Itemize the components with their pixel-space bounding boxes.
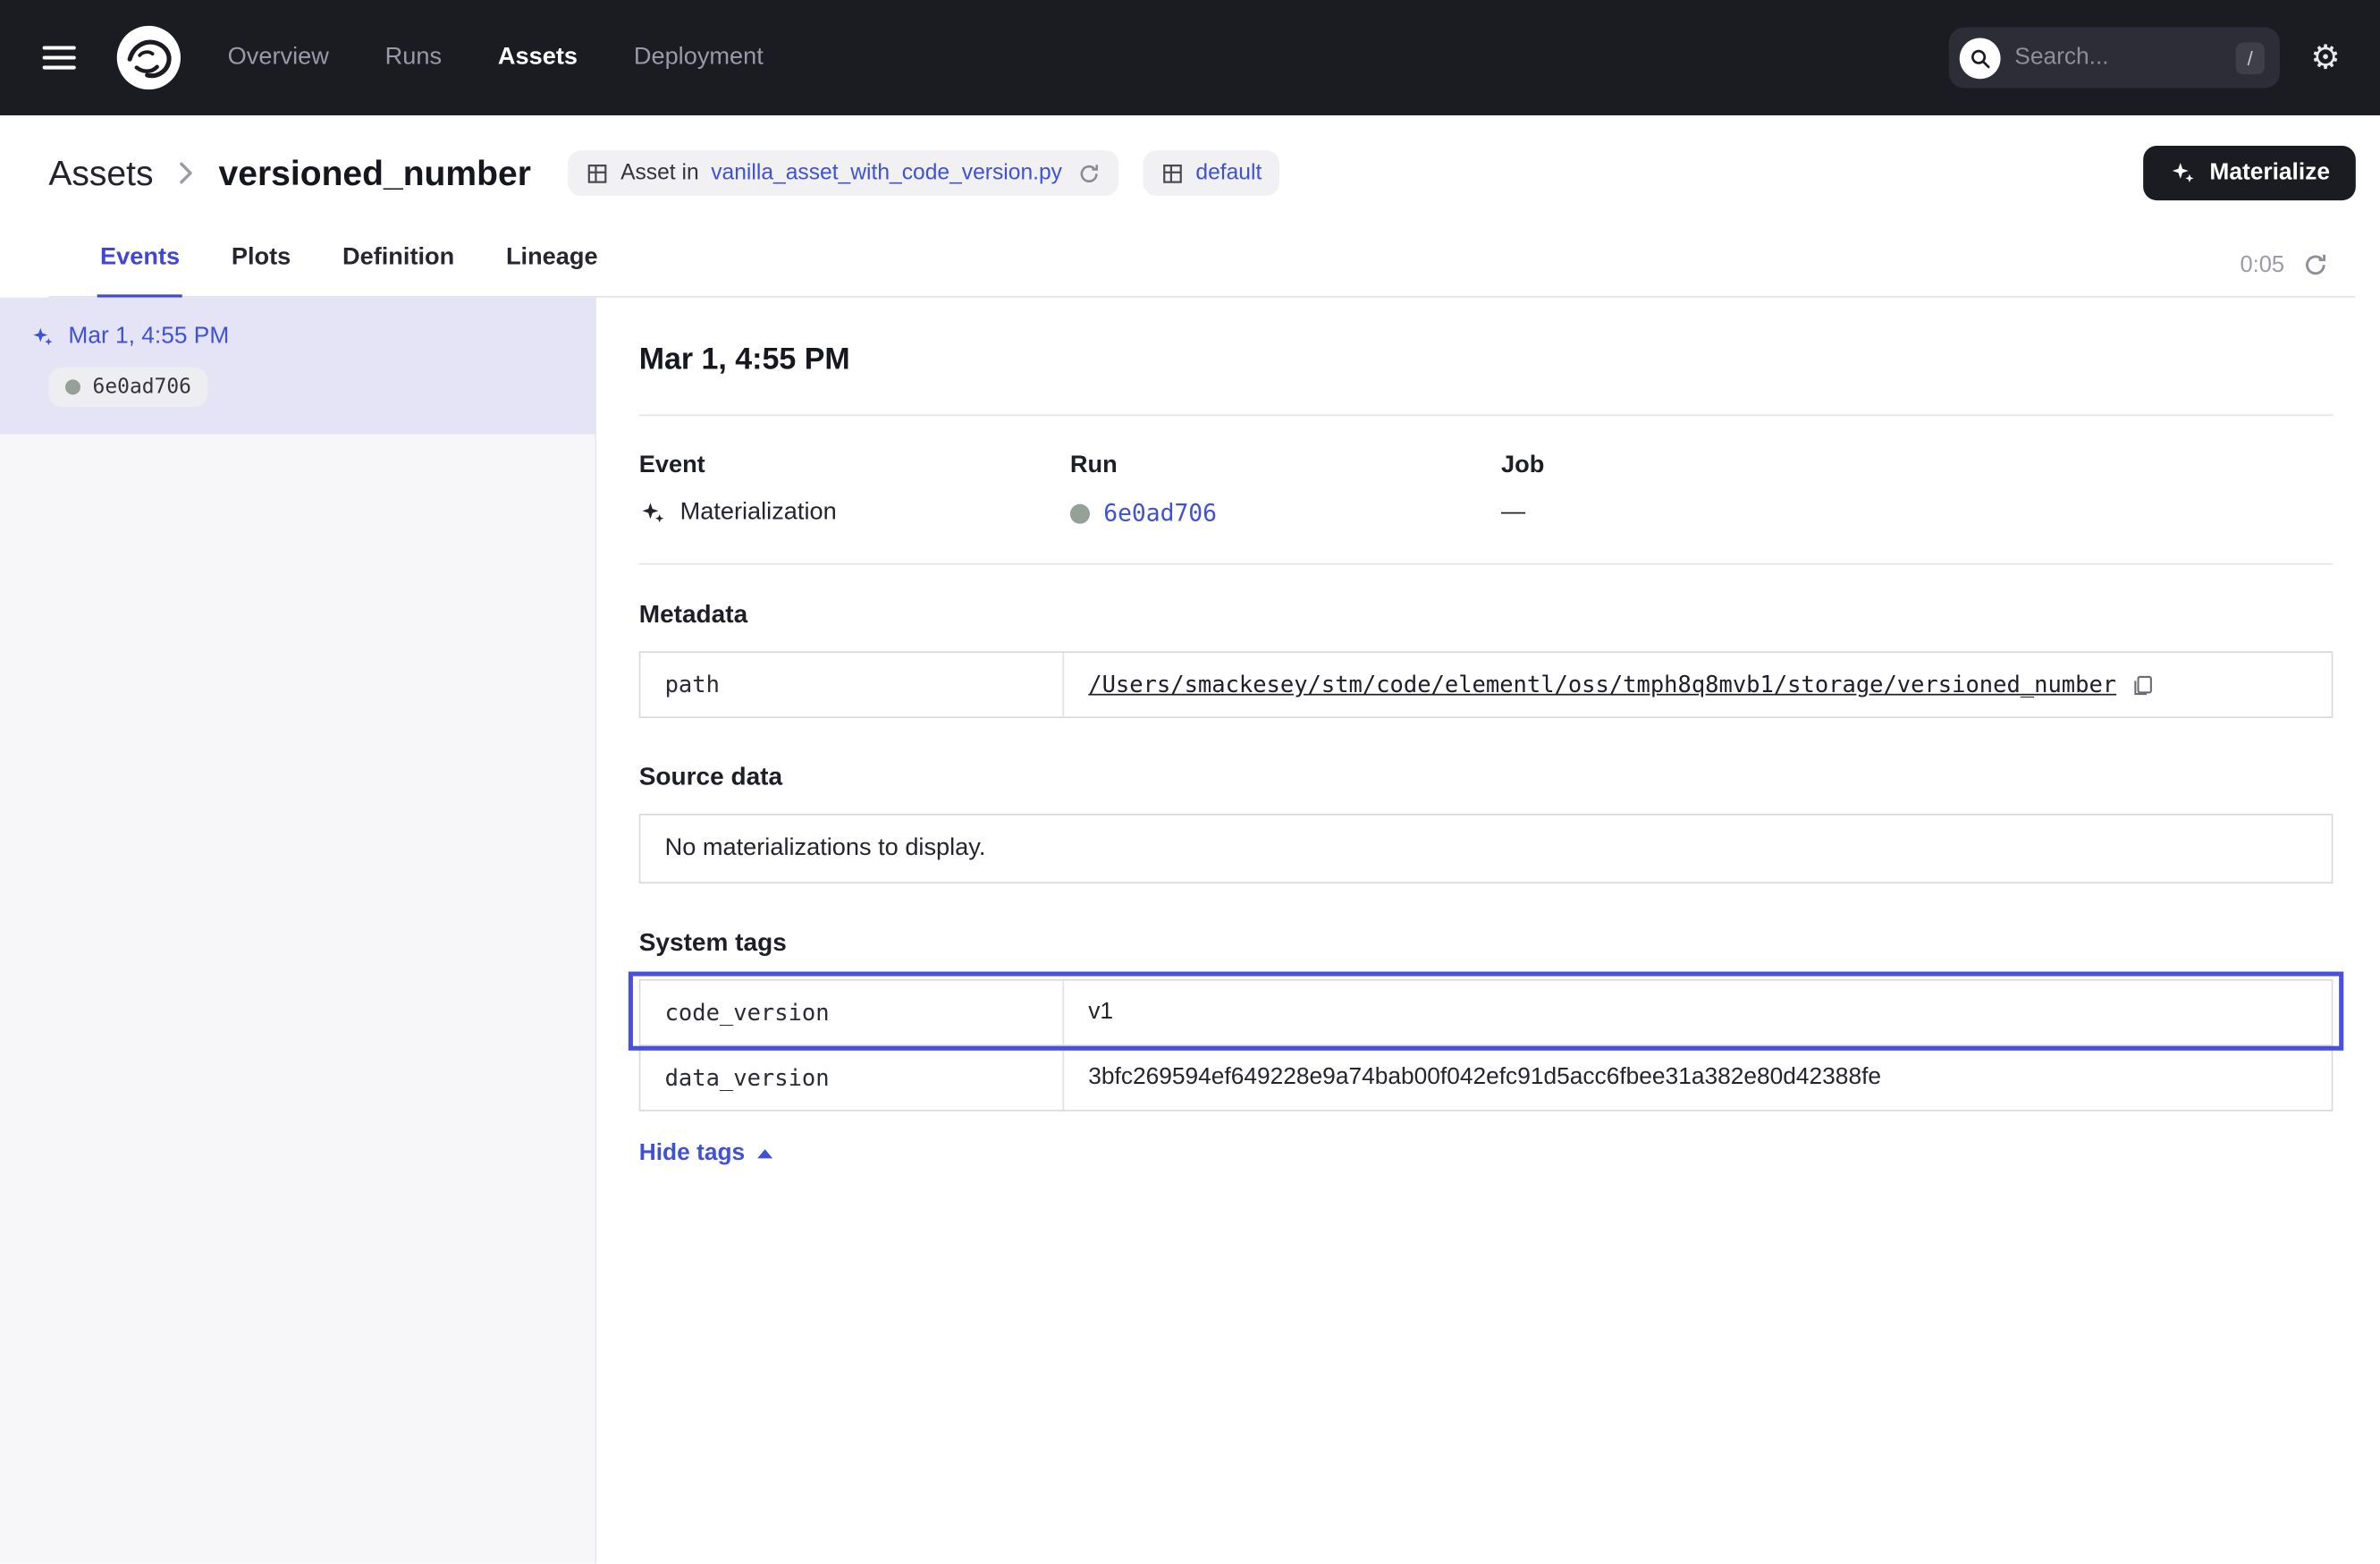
tag-key: code_version: [640, 981, 1064, 1044]
divider: [639, 414, 2334, 416]
breadcrumb-row: Assets versioned_number Asset in vanilla…: [48, 146, 2356, 200]
metadata-path-link[interactable]: /Users/smackesey/stm/code/elementl/oss/t…: [1088, 671, 2116, 698]
copy-icon[interactable]: [2131, 673, 2154, 696]
metadata-value-cell: /Users/smackesey/stm/code/elementl/oss/t…: [1064, 653, 2332, 716]
metadata-heading: Metadata: [639, 601, 2334, 630]
page-title: versioned_number: [219, 153, 531, 194]
run-label: Run: [1070, 452, 1501, 480]
event-label: Event: [639, 452, 1070, 480]
source-data-heading: Source data: [639, 764, 2334, 792]
tab-events[interactable]: Events: [97, 224, 183, 297]
search-icon: [1960, 38, 2001, 79]
source-data-empty-message: No materializations to display.: [639, 814, 2334, 883]
event-timestamp: Mar 1, 4:55 PM: [68, 324, 229, 351]
nav-links: Overview Runs Assets Deployment: [228, 44, 764, 72]
materialization-sparkle-icon: [639, 500, 667, 528]
job-value: —: [1501, 500, 1932, 528]
sparkle-icon: [2169, 159, 2197, 187]
top-nav-right: / ⚙: [1949, 28, 2341, 89]
tag-key: data_version: [640, 1046, 1064, 1110]
asset-header: Assets versioned_number Asset in vanilla…: [0, 115, 2380, 298]
tag-row-data-version: data_version 3bfc269594ef649228e9a74bab0…: [640, 1044, 2331, 1110]
job-value-text: —: [1501, 500, 1525, 528]
materialize-button-label: Materialize: [2209, 159, 2330, 187]
nav-item-deployment[interactable]: Deployment: [634, 44, 764, 72]
hide-tags-button[interactable]: Hide tags: [639, 1140, 772, 1168]
asset-definition-file-link[interactable]: vanilla_asset_with_code_version.py: [711, 161, 1062, 185]
asset-definition-badge: Asset in vanilla_asset_with_code_version…: [568, 150, 1118, 196]
nav-item-runs[interactable]: Runs: [385, 44, 442, 72]
app-viewport: Overview Runs Assets Deployment / ⚙ Asse…: [0, 0, 2380, 1564]
nav-item-assets[interactable]: Assets: [498, 44, 578, 72]
hide-tags-label: Hide tags: [639, 1140, 745, 1168]
nav-item-overview[interactable]: Overview: [228, 44, 329, 72]
system-tags-table: code_version v1 data_version 3bfc269594e…: [639, 979, 2334, 1112]
event-type-text: Materialization: [680, 500, 837, 528]
hamburger-menu-icon[interactable]: [39, 38, 79, 77]
tag-value-text: v1: [1088, 999, 1113, 1027]
reload-definition-icon[interactable]: [1077, 162, 1100, 184]
tab-definition[interactable]: Definition: [340, 224, 458, 297]
dagster-logo-icon[interactable]: [115, 24, 182, 91]
run-id-link[interactable]: 6e0ad706: [1103, 500, 1217, 528]
search-shortcut-badge: /: [2235, 42, 2265, 74]
event-value: Materialization: [639, 500, 1070, 528]
run-id-pill-label: 6e0ad706: [93, 375, 191, 399]
materialize-button[interactable]: Materialize: [2143, 146, 2356, 200]
tag-value-text: 3bfc269594ef649228e9a74bab00f042efc91d5a…: [1088, 1064, 1881, 1092]
divider: [639, 563, 2334, 565]
group-grid-icon: [1160, 162, 1183, 184]
settings-gear-icon[interactable]: ⚙: [2310, 41, 2341, 74]
tag-value: v1: [1064, 981, 2332, 1044]
refresh-icon[interactable]: [2302, 252, 2328, 278]
event-detail-panel: Mar 1, 4:55 PM Event Materialization Run: [596, 298, 2380, 1564]
metadata-row-path: path /Users/smackesey/stm/code/elementl/…: [640, 653, 2331, 716]
system-tags-heading: System tags: [639, 929, 2334, 958]
metadata-key: path: [640, 653, 1064, 716]
event-list-item-selected[interactable]: Mar 1, 4:55 PM 6e0ad706: [0, 298, 595, 435]
job-column: Job —: [1501, 452, 1932, 527]
asset-badge-prefix: Asset in: [620, 161, 699, 185]
run-id-pill[interactable]: 6e0ad706: [48, 368, 207, 407]
caret-up-icon: [757, 1149, 772, 1158]
tab-lineage[interactable]: Lineage: [503, 224, 601, 297]
tag-value: 3bfc269594ef649228e9a74bab00f042efc91d5a…: [1064, 1046, 2332, 1110]
tab-plots[interactable]: Plots: [228, 224, 293, 297]
top-nav: Overview Runs Assets Deployment / ⚙: [0, 0, 2380, 115]
metadata-table: path /Users/smackesey/stm/code/elementl/…: [639, 651, 2334, 718]
search-box[interactable]: /: [1949, 28, 2280, 89]
materialization-sparkle-icon: [30, 325, 55, 349]
breadcrumb-assets-link[interactable]: Assets: [48, 153, 153, 194]
events-sidebar: Mar 1, 4:55 PM 6e0ad706: [0, 298, 596, 1564]
table-grid-icon: [586, 162, 608, 184]
chevron-right-icon: [176, 158, 196, 189]
tabs-row: Events Plots Definition Lineage 0:05: [48, 224, 2356, 297]
job-label: Job: [1501, 452, 1932, 480]
event-list-item-header: Mar 1, 4:55 PM: [30, 324, 565, 351]
asset-group-link[interactable]: default: [1195, 161, 1262, 185]
tag-row-code-version: code_version v1: [640, 981, 2331, 1044]
refresh-area: 0:05: [2240, 252, 2328, 296]
event-detail-title: Mar 1, 4:55 PM: [639, 343, 2334, 378]
refresh-countdown: 0:05: [2240, 252, 2284, 278]
run-column: Run 6e0ad706: [1070, 452, 1501, 527]
content-area: Mar 1, 4:55 PM 6e0ad706 Mar 1, 4:55 PM E…: [0, 298, 2380, 1564]
event-column: Event Materialization: [639, 452, 1070, 527]
asset-group-badge: default: [1143, 150, 1280, 196]
run-value: 6e0ad706: [1070, 500, 1501, 528]
search-input[interactable]: [2014, 44, 2222, 72]
run-status-dot: [1070, 503, 1090, 523]
event-info-row: Event Materialization Run 6e0ad706: [639, 452, 2334, 527]
run-status-dot: [65, 379, 80, 394]
